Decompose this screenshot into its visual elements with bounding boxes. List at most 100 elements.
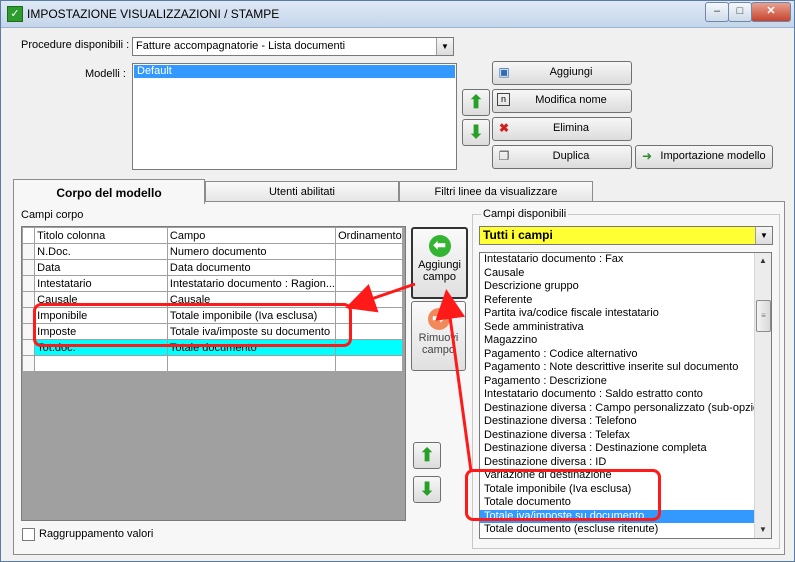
column-header[interactable]: Campo <box>166 227 337 244</box>
table-cell[interactable]: N.Doc. <box>34 243 168 260</box>
scroll-down-icon[interactable]: ▼ <box>755 522 771 538</box>
maximize-button[interactable]: □ <box>728 2 752 22</box>
list-item[interactable]: Sede amministrativa <box>480 321 771 335</box>
aggiungi-campo-label: Aggiungi campo <box>418 259 461 283</box>
list-item[interactable]: Destinazione diversa : Campo personalizz… <box>480 402 771 416</box>
table-cell[interactable]: Data documento <box>166 259 337 276</box>
app-check-icon: ✓ <box>7 6 23 22</box>
raggruppamento-label: Raggruppamento valori <box>39 528 154 540</box>
modelli-label: Modelli : <box>85 68 126 80</box>
table-cell[interactable]: Numero documento <box>166 243 337 260</box>
modifica-nome-button[interactable]: n Modifica nome <box>492 89 632 113</box>
column-header[interactable]: Ordinamento <box>335 227 403 244</box>
tab-utenti-abilitati[interactable]: Utenti abilitati <box>205 181 399 202</box>
duplicate-icon: ❐ <box>498 149 510 163</box>
campi-corpo-label: Campi corpo <box>21 209 84 221</box>
table-cell[interactable]: Intestatario documento : Ragion... <box>166 275 337 292</box>
row-selector[interactable] <box>21 355 36 372</box>
list-item[interactable]: Totale suddiviso per codici IVA <box>480 537 771 539</box>
chevron-down-icon[interactable]: ▼ <box>436 38 453 55</box>
list-item[interactable]: Pagamento : Note descrittive inserite su… <box>480 361 771 375</box>
table-cell[interactable] <box>335 355 403 372</box>
row-selector[interactable] <box>21 259 36 276</box>
table-row[interactable]: N.Doc. Numero documento <box>21 243 403 260</box>
scroll-thumb[interactable]: ≡ <box>756 300 771 332</box>
arrow-left-icon: ⬅ <box>428 235 451 257</box>
title-bar: ✓ IMPOSTAZIONE VISUALIZZAZIONI / STAMPE … <box>1 1 794 28</box>
elimina-button[interactable]: ✖ Elimina <box>492 117 632 141</box>
aggiungi-campo-button[interactable]: ⬅ Aggiungi campo <box>411 227 468 299</box>
aggiungi-label: Aggiungi <box>549 66 593 78</box>
arrow-down-icon: ⬇ <box>468 122 484 142</box>
rename-icon: n <box>497 93 510 106</box>
modifica-nome-label: Modifica nome <box>535 94 607 106</box>
list-item[interactable]: Magazzino <box>480 334 771 348</box>
table-cell[interactable] <box>166 355 337 372</box>
table-row[interactable] <box>21 355 403 372</box>
procedure-label: Procedure disponibili : <box>21 39 130 51</box>
table-header-row: Titolo colonna Campo Ordinamento <box>21 227 403 244</box>
move-model-down-button[interactable]: ⬇ <box>462 119 490 146</box>
campi-corpo-table[interactable]: Titolo colonna Campo Ordinamento N.Doc. … <box>21 227 403 372</box>
campi-disponibili-label: Campi disponibili <box>481 208 569 220</box>
list-item[interactable]: Intestatario documento : Saldo estratto … <box>480 388 771 402</box>
rimuovi-campo-label: Rimuovi campo <box>418 332 459 356</box>
list-item[interactable]: Pagamento : Descrizione <box>480 375 771 389</box>
list-item[interactable]: Partita iva/codice fiscale intestatario <box>480 307 771 321</box>
list-item[interactable]: Referente <box>480 294 771 308</box>
annotation-box-table <box>33 303 352 347</box>
table-row[interactable]: Intestatario Intestatario documento : Ra… <box>21 275 403 292</box>
row-selector[interactable] <box>21 243 36 260</box>
table-row[interactable]: Data Data documento <box>21 259 403 276</box>
table-cell[interactable] <box>335 259 403 276</box>
main-window: ✓ IMPOSTAZIONE VISUALIZZAZIONI / STAMPE … <box>0 0 795 562</box>
move-model-up-button[interactable]: ⬆ <box>462 89 490 116</box>
list-item[interactable]: Totale documento (escluse ritenute) <box>480 523 771 537</box>
modelli-item[interactable]: Default <box>134 65 455 78</box>
row-selector-header <box>21 227 36 244</box>
procedure-select-value: Fatture accompagnatorie - Lista document… <box>136 40 346 52</box>
add-model-icon: ▣ <box>498 65 510 79</box>
arrow-up-icon: ⬆ <box>468 92 484 112</box>
list-item[interactable]: Destinazione diversa : Telefono <box>480 415 771 429</box>
raggruppamento-checkbox[interactable] <box>22 528 35 541</box>
table-cell[interactable] <box>34 355 168 372</box>
list-item[interactable]: Destinazione diversa : ID <box>480 456 771 470</box>
table-cell[interactable] <box>335 243 403 260</box>
minimize-button[interactable]: – <box>705 2 729 22</box>
column-header[interactable]: Titolo colonna <box>34 227 168 244</box>
close-button[interactable]: ✕ <box>751 2 791 22</box>
aggiungi-button[interactable]: ▣ Aggiungi <box>492 61 632 85</box>
import-icon: ➜ <box>641 149 653 163</box>
campi-filter-select[interactable]: Tutti i campi ▼ <box>479 226 773 245</box>
duplica-label: Duplica <box>552 150 590 162</box>
tab-corpo-del-modello[interactable]: Corpo del modello <box>13 179 205 204</box>
list-item[interactable]: Destinazione diversa : Telefax <box>480 429 771 443</box>
modelli-list[interactable]: Default <box>132 63 457 170</box>
list-item[interactable]: Causale <box>480 267 771 281</box>
procedure-select[interactable]: Fatture accompagnatorie - Lista document… <box>132 37 454 56</box>
list-item[interactable]: Pagamento : Codice alternativo <box>480 348 771 362</box>
move-field-down-button[interactable]: ⬇ <box>413 476 441 503</box>
arrow-up-icon: ⬆ <box>419 445 435 465</box>
tab-filtri-linee[interactable]: Filtri linee da visualizzare <box>399 181 593 202</box>
row-selector[interactable] <box>21 275 36 292</box>
list-item[interactable]: Intestatario documento : Fax <box>480 253 771 267</box>
table-cell[interactable]: Intestatario <box>34 275 168 292</box>
move-field-up-button[interactable]: ⬆ <box>413 442 441 469</box>
table-cell[interactable]: Data <box>34 259 168 276</box>
list-item[interactable]: Destinazione diversa : Destinazione comp… <box>480 442 771 456</box>
list-item[interactable]: Descrizione gruppo <box>480 280 771 294</box>
vertical-scrollbar[interactable]: ▲ ≡ ▼ <box>754 253 771 538</box>
scroll-up-icon[interactable]: ▲ <box>755 253 771 269</box>
delete-icon: ✖ <box>498 121 510 135</box>
duplica-button[interactable]: ❐ Duplica <box>492 145 632 169</box>
arrow-right-icon: ➡ <box>427 308 450 330</box>
chevron-down-icon[interactable]: ▼ <box>755 227 772 244</box>
importazione-modello-button[interactable]: ➜ Importazione modello <box>635 145 773 169</box>
arrow-down-icon: ⬇ <box>419 479 435 499</box>
rimuovi-campo-button[interactable]: ➡ Rimuovi campo <box>411 301 466 371</box>
table-cell[interactable] <box>335 275 403 292</box>
annotation-box-list <box>465 469 661 521</box>
row-selector[interactable] <box>21 291 36 308</box>
